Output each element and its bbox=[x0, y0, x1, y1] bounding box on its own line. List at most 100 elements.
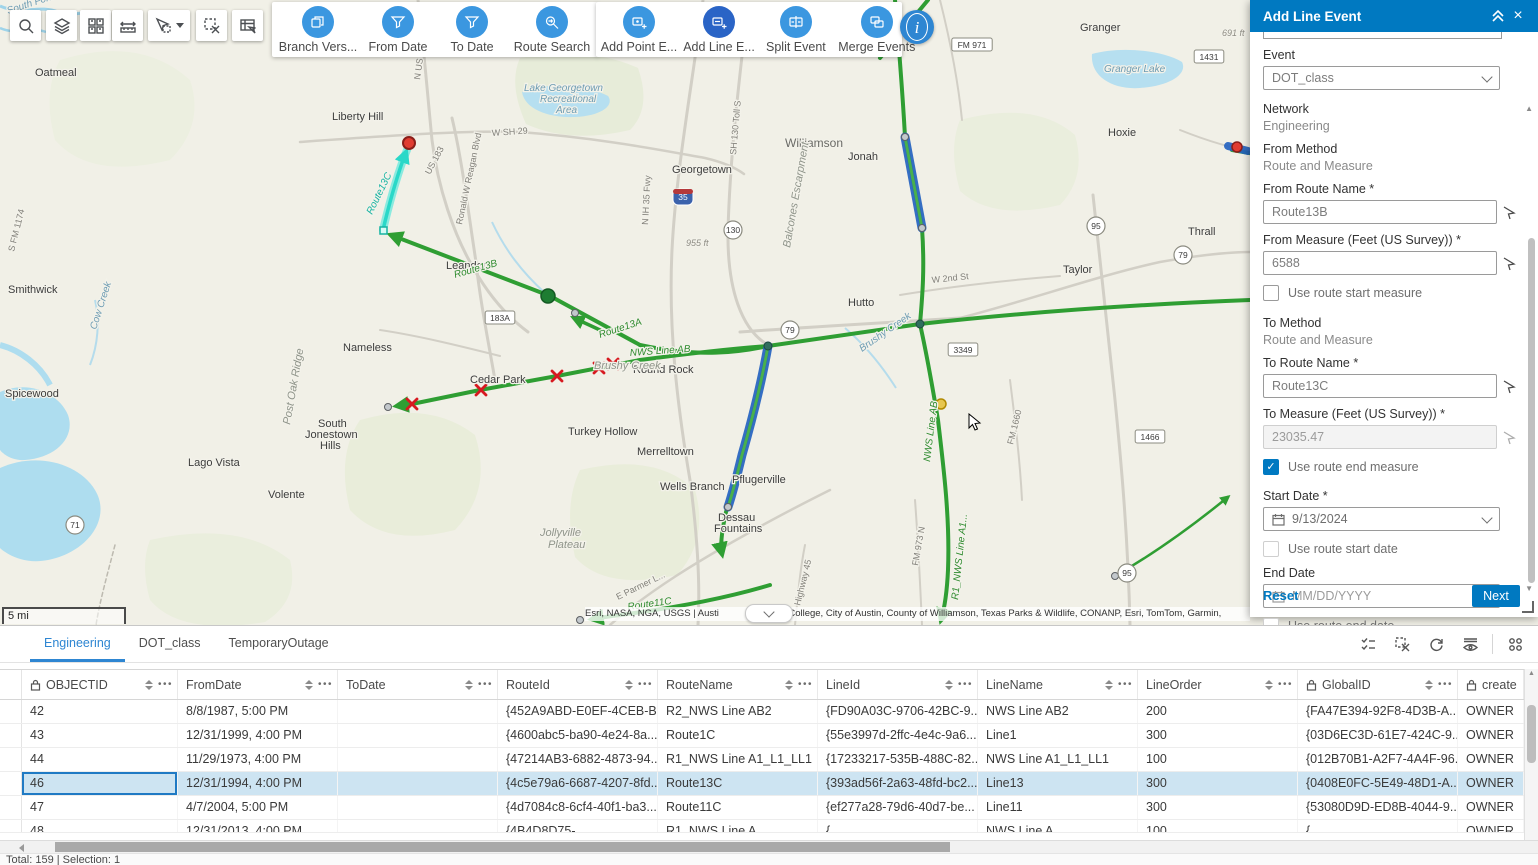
table-cell[interactable]: 11/29/1973, 4:00 PM bbox=[178, 748, 338, 771]
column-menu-icon[interactable]: ••• bbox=[1278, 679, 1293, 690]
row-gutter[interactable] bbox=[0, 796, 22, 819]
table-options-button[interactable] bbox=[1500, 629, 1530, 659]
table-row[interactable]: 474/7/2004, 5:00 PM{4d7084c8-6cf4-40f1-b… bbox=[0, 796, 1524, 820]
show-selected-records-button[interactable] bbox=[1353, 629, 1383, 659]
table-cell[interactable]: 300 bbox=[1138, 796, 1298, 819]
to-route-name-input[interactable] bbox=[1263, 374, 1497, 398]
table-cell[interactable]: OWNER bbox=[1458, 796, 1524, 819]
clear-selection-button[interactable] bbox=[196, 10, 227, 41]
table-cell[interactable]: OWNER bbox=[1458, 772, 1524, 795]
search-button[interactable] bbox=[10, 10, 41, 41]
column-header-ToDate[interactable]: ToDate••• bbox=[338, 670, 498, 699]
column-menu-icon[interactable]: ••• bbox=[638, 679, 653, 690]
column-header-GlobalID[interactable]: GlobalID••• bbox=[1298, 670, 1458, 699]
use-route-start-date-checkbox[interactable] bbox=[1263, 541, 1279, 557]
table-cell[interactable]: 48 bbox=[22, 820, 178, 832]
hide-columns-button[interactable] bbox=[1455, 629, 1485, 659]
table-cell[interactable]: 46 bbox=[22, 772, 178, 795]
pick-route-icon[interactable] bbox=[1502, 205, 1516, 220]
pick-measure-icon[interactable] bbox=[1502, 256, 1516, 271]
table-cell[interactable]: {FD90A03C-9706-42BC-9... bbox=[818, 700, 978, 723]
table-cell[interactable]: {393ad56f-2a63-48fd-bc2... bbox=[818, 772, 978, 795]
table-cell[interactable]: {03D6EC3D-61E7-424C-9... bbox=[1298, 724, 1458, 747]
table-cell[interactable]: R1_NWS Line A1_L1_LL1 bbox=[658, 748, 818, 771]
layers-button[interactable] bbox=[46, 10, 77, 41]
reset-button[interactable]: Reset bbox=[1263, 588, 1298, 603]
pick-measure-icon[interactable] bbox=[1502, 430, 1516, 445]
table-cell[interactable]: {... bbox=[818, 820, 978, 832]
close-panel-button[interactable]: × bbox=[1508, 6, 1528, 26]
row-gutter[interactable] bbox=[0, 724, 22, 747]
table-cell[interactable]: 12/31/2013, 4:00 PM bbox=[178, 820, 338, 832]
table-cell[interactable]: {55e3997d-2ffc-4e4c-9a6... bbox=[818, 724, 978, 747]
row-gutter[interactable] bbox=[0, 748, 22, 771]
start-date-picker[interactable]: 9/13/2024 bbox=[1263, 507, 1500, 531]
table-cell[interactable]: Route11C bbox=[658, 796, 818, 819]
table-cell[interactable]: 100 bbox=[1138, 748, 1298, 771]
column-menu-icon[interactable]: ••• bbox=[1118, 679, 1133, 690]
split-event-button[interactable]: Split Event bbox=[766, 6, 826, 54]
column-menu-icon[interactable]: ••• bbox=[798, 679, 813, 690]
column-header-FromDate[interactable]: FromDate••• bbox=[178, 670, 338, 699]
table-cell[interactable]: {FA47E394-92F8-4D3B-A... bbox=[1298, 700, 1458, 723]
column-menu-icon[interactable]: ••• bbox=[478, 679, 493, 690]
sort-icon[interactable] bbox=[1105, 680, 1113, 690]
table-cell[interactable]: {4B4D8D75-... bbox=[498, 820, 658, 832]
table-cell[interactable]: {4d7084c8-6cf4-40f1-ba3... bbox=[498, 796, 658, 819]
table-cell[interactable]: 44 bbox=[22, 748, 178, 771]
select-tool-button[interactable] bbox=[148, 10, 190, 41]
table-cell[interactable]: Line11 bbox=[978, 796, 1138, 819]
table-cell[interactable] bbox=[338, 820, 498, 832]
table-cell[interactable]: 12/31/1999, 4:00 PM bbox=[178, 724, 338, 747]
use-route-start-measure-checkbox[interactable] bbox=[1263, 285, 1279, 301]
table-cell[interactable]: 12/31/1994, 4:00 PM bbox=[178, 772, 338, 795]
sort-icon[interactable] bbox=[465, 680, 473, 690]
to-date-button[interactable]: To Date bbox=[442, 6, 502, 54]
sort-icon[interactable] bbox=[1425, 680, 1433, 690]
branch-versions-button[interactable]: Branch Vers... bbox=[282, 6, 354, 54]
table-cell[interactable]: Route13C bbox=[658, 772, 818, 795]
use-route-end-measure-checkbox[interactable]: ✓ bbox=[1263, 459, 1279, 475]
column-menu-icon[interactable]: ••• bbox=[318, 679, 333, 690]
sort-icon[interactable] bbox=[625, 680, 633, 690]
event-select[interactable]: DOT_class bbox=[1263, 66, 1500, 90]
tab-engineering[interactable]: Engineering bbox=[30, 626, 125, 662]
column-header-LineName[interactable]: LineName••• bbox=[978, 670, 1138, 699]
events-tool-button[interactable] bbox=[232, 10, 263, 41]
table-cell[interactable]: {17233217-535B-488C-82... bbox=[818, 748, 978, 771]
table-cell[interactable]: NWS Line A1_L1_LL1 bbox=[978, 748, 1138, 771]
sort-icon[interactable] bbox=[305, 680, 313, 690]
table-row[interactable]: 4411/29/1973, 4:00 PM {47214AB3-6882-4873… bbox=[0, 748, 1524, 772]
table-cell[interactable]: Route1C bbox=[658, 724, 818, 747]
column-header-RouteName[interactable]: RouteName••• bbox=[658, 670, 818, 699]
table-cell[interactable]: 200 bbox=[1138, 700, 1298, 723]
attribution-collapse-button[interactable] bbox=[745, 604, 793, 623]
route-search-button[interactable]: Route Search bbox=[516, 6, 588, 54]
table-cell[interactable]: OWNER bbox=[1458, 724, 1524, 747]
row-gutter[interactable] bbox=[0, 700, 22, 723]
column-header-LineId[interactable]: LineId••• bbox=[818, 670, 978, 699]
table-cell[interactable]: {47214AB3-6882-4873-94... bbox=[498, 748, 658, 771]
table-cell[interactable]: {... bbox=[1298, 820, 1458, 832]
table-cell[interactable]: {452A9ABD-E0EF-4CEB-B... bbox=[498, 700, 658, 723]
table-cell[interactable]: 300 bbox=[1138, 724, 1298, 747]
collapse-panel-button[interactable] bbox=[1488, 6, 1508, 26]
table-cell[interactable]: NWS Line A... bbox=[978, 820, 1138, 832]
table-row[interactable]: 4612/31/1994, 4:00 PM {4c5e79a6-6687-4207… bbox=[0, 772, 1524, 796]
table-cell[interactable]: 43 bbox=[22, 724, 178, 747]
table-cell[interactable]: 100 bbox=[1138, 820, 1298, 832]
pick-route-icon[interactable] bbox=[1502, 379, 1516, 394]
tab-temporary-outage[interactable]: TemporaryOutage bbox=[215, 626, 343, 662]
table-cell[interactable]: 4/7/2004, 5:00 PM bbox=[178, 796, 338, 819]
sort-icon[interactable] bbox=[945, 680, 953, 690]
table-cell[interactable]: {ef277a28-79d6-40d7-be... bbox=[818, 796, 978, 819]
sort-icon[interactable] bbox=[1265, 680, 1273, 690]
table-cell[interactable]: {4c5e79a6-6687-4207-8fd... bbox=[498, 772, 658, 795]
from-date-button[interactable]: From Date bbox=[368, 6, 428, 54]
table-row[interactable]: 4812/31/2013, 4:00 PM{4B4D8D75-...R1_NWS… bbox=[0, 820, 1524, 833]
column-menu-icon[interactable]: ••• bbox=[958, 679, 973, 690]
tab-dot-class[interactable]: DOT_class bbox=[125, 626, 215, 662]
table-cell[interactable]: {53080D9D-ED8B-4044-9... bbox=[1298, 796, 1458, 819]
basemap-button[interactable] bbox=[80, 10, 111, 41]
table-cell[interactable]: NWS Line AB2 bbox=[978, 700, 1138, 723]
